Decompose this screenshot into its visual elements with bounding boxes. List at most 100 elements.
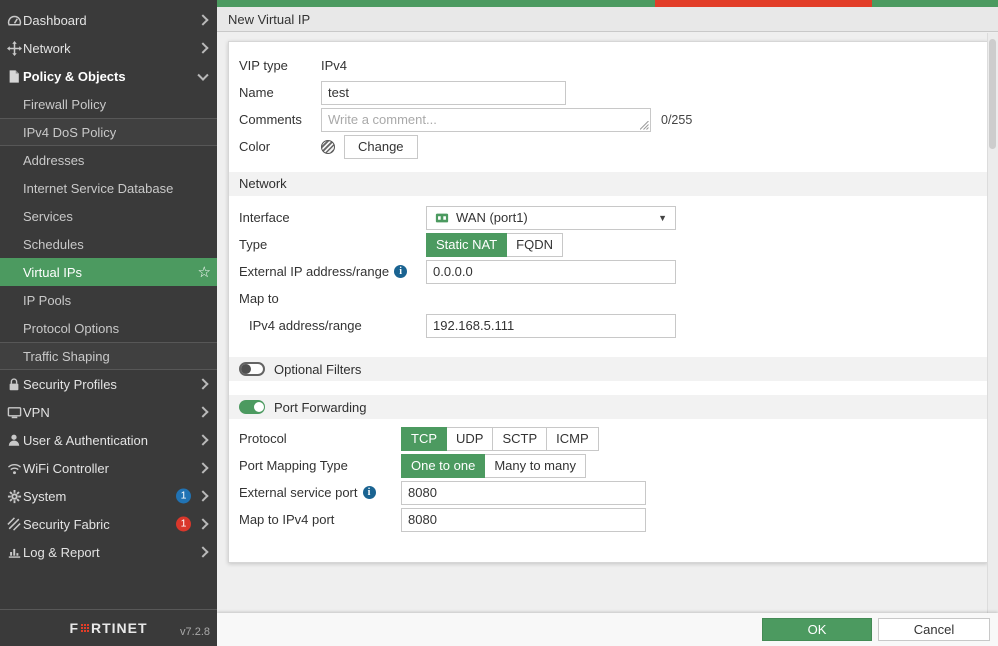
comments-label: Comments: [239, 112, 302, 127]
sidebar-item-firewall-policy[interactable]: Firewall Policy: [0, 90, 217, 118]
sidebar-item-vpn[interactable]: VPN: [0, 398, 217, 426]
external-service-port-label: External service port: [239, 485, 358, 500]
color-label: Color: [239, 139, 271, 154]
info-icon[interactable]: [394, 265, 408, 278]
segment-fqdn[interactable]: FQDN: [506, 232, 564, 257]
ok-button[interactable]: OK: [762, 618, 872, 641]
resize-grip-icon[interactable]: [640, 120, 649, 130]
sidebar: Dashboard Network Policy & Objects Firewall…: [0, 0, 217, 646]
chevron-right-icon: [197, 42, 209, 54]
sidebar-item-wifi-controller[interactable]: WiFi Controller: [0, 454, 217, 482]
main-area: New Virtual IP VIP type IPv4 Name Commen…: [217, 0, 998, 646]
sidebar-item-traffic-shaping[interactable]: Traffic Shaping: [0, 342, 217, 370]
optional-filters-toggle[interactable]: [239, 362, 265, 376]
segment-one-to-one[interactable]: One to one: [401, 453, 486, 478]
external-service-port-row: External service port: [239, 479, 987, 506]
color-change-button[interactable]: Change: [344, 134, 418, 159]
port-mapping-type-label: Port Mapping Type: [239, 458, 348, 473]
chevron-down-icon: [197, 69, 209, 81]
name-input[interactable]: [321, 80, 566, 105]
color-swatch-icon[interactable]: [321, 139, 335, 154]
chevron-right-icon: [197, 378, 209, 390]
network-section-header: Network: [229, 172, 987, 196]
map-to-port-input[interactable]: [401, 507, 646, 532]
notification-badge: 1: [176, 516, 191, 532]
sidebar-item-network[interactable]: Network: [0, 34, 217, 62]
sidebar-item-security-profiles[interactable]: Security Profiles: [0, 370, 217, 398]
ipv4-range-input[interactable]: [426, 313, 676, 338]
brand-letter-f: F: [69, 620, 79, 636]
comments-row: Comments 0/255: [239, 106, 987, 133]
external-ip-input[interactable]: [426, 259, 676, 284]
vip-type-value: IPv4: [321, 58, 348, 73]
sidebar-item-label: Virtual IPs: [23, 264, 83, 280]
chevron-right-icon: [197, 406, 209, 418]
segment-icmp[interactable]: ICMP: [546, 426, 599, 451]
segment-sctp[interactable]: SCTP: [492, 426, 548, 451]
sidebar-item-user-authentication[interactable]: User & Authentication: [0, 426, 217, 454]
map-to-port-label: Map to IPv4 port: [239, 512, 335, 527]
sidebar-item-services[interactable]: Services: [0, 202, 217, 230]
map-to-row: Map to: [239, 285, 987, 312]
top-red-notification-bar: [655, 0, 872, 7]
scrollbar-thumb[interactable]: [989, 39, 996, 149]
interface-port-icon: [435, 213, 449, 222]
wifi-icon: [6, 460, 22, 476]
chevron-right-icon: [197, 546, 209, 558]
external-service-port-input[interactable]: [401, 480, 646, 505]
sidebar-item-label: IPv4 DoS Policy: [23, 124, 117, 140]
port-forwarding-toggle[interactable]: [239, 400, 265, 414]
sidebar-item-label: Log & Report: [23, 544, 100, 560]
interface-label: Interface: [239, 210, 290, 225]
segment-tcp[interactable]: TCP: [401, 426, 447, 451]
external-ip-label: External IP address/range: [239, 264, 390, 279]
sidebar-item-internet-service-database[interactable]: Internet Service Database: [0, 174, 217, 202]
star-icon[interactable]: ☆: [198, 263, 211, 281]
color-row: Color Change: [239, 133, 987, 160]
segment-static-nat[interactable]: Static NAT: [426, 232, 508, 257]
chevron-right-icon: [197, 462, 209, 474]
sidebar-item-label: Dashboard: [23, 12, 87, 28]
segment-udp[interactable]: UDP: [446, 426, 494, 451]
sidebar-item-log-report[interactable]: Log & Report: [0, 538, 217, 566]
content-area: VIP type IPv4 Name Comments 0/255: [217, 33, 998, 646]
vip-type-row: VIP type IPv4: [239, 52, 987, 79]
cancel-button[interactable]: Cancel: [878, 618, 990, 641]
dropdown-caret-icon: ▼: [658, 212, 667, 223]
firmware-version: v7.2.8: [180, 626, 210, 638]
sidebar-item-policy-objects[interactable]: Policy & Objects: [0, 62, 217, 90]
optional-filters-label: Optional Filters: [274, 361, 362, 377]
sidebar-item-ip-pools[interactable]: IP Pools: [0, 286, 217, 314]
gauge-icon: [6, 12, 22, 28]
sidebar-item-addresses[interactable]: Addresses: [0, 146, 217, 174]
scrollbar[interactable]: [987, 33, 998, 613]
chevron-right-icon: [197, 14, 209, 26]
info-icon[interactable]: [362, 486, 376, 499]
comments-input[interactable]: [321, 107, 651, 132]
page-title: New Virtual IP: [217, 7, 998, 32]
sidebar-item-security-fabric[interactable]: Security Fabric 1: [0, 510, 217, 538]
sidebar-item-protocol-options[interactable]: Protocol Options: [0, 314, 217, 342]
chevron-right-icon: [197, 490, 209, 502]
sidebar-item-schedules[interactable]: Schedules: [0, 230, 217, 258]
sidebar-item-ipv4-dos-policy[interactable]: IPv4 DoS Policy: [0, 118, 217, 146]
vip-type-label: VIP type: [239, 58, 288, 73]
sidebar-item-label: Network: [23, 40, 71, 56]
sidebar-item-label: Schedules: [23, 236, 84, 252]
chart-icon: [6, 544, 22, 560]
sidebar-item-label: Security Profiles: [23, 376, 117, 392]
interface-dropdown[interactable]: WAN (port1) ▼: [426, 205, 676, 230]
sidebar-item-label: Security Fabric: [23, 516, 110, 532]
type-segmented: Static NAT FQDN: [426, 232, 564, 257]
interface-row: Interface WAN (port1) ▼: [239, 204, 987, 231]
external-ip-row: External IP address/range: [239, 258, 987, 285]
port-mapping-segmented: One to one Many to many: [401, 453, 586, 478]
form-card: VIP type IPv4 Name Comments 0/255: [228, 41, 988, 563]
name-label: Name: [239, 85, 274, 100]
sidebar-item-dashboard[interactable]: Dashboard: [0, 6, 217, 34]
sidebar-item-label: Services: [23, 208, 73, 224]
sidebar-item-virtual-ips[interactable]: Virtual IPs ☆: [0, 258, 217, 286]
notification-badge: 1: [176, 488, 191, 504]
sidebar-item-system[interactable]: System 1: [0, 482, 217, 510]
segment-many-to-many[interactable]: Many to many: [484, 453, 586, 478]
